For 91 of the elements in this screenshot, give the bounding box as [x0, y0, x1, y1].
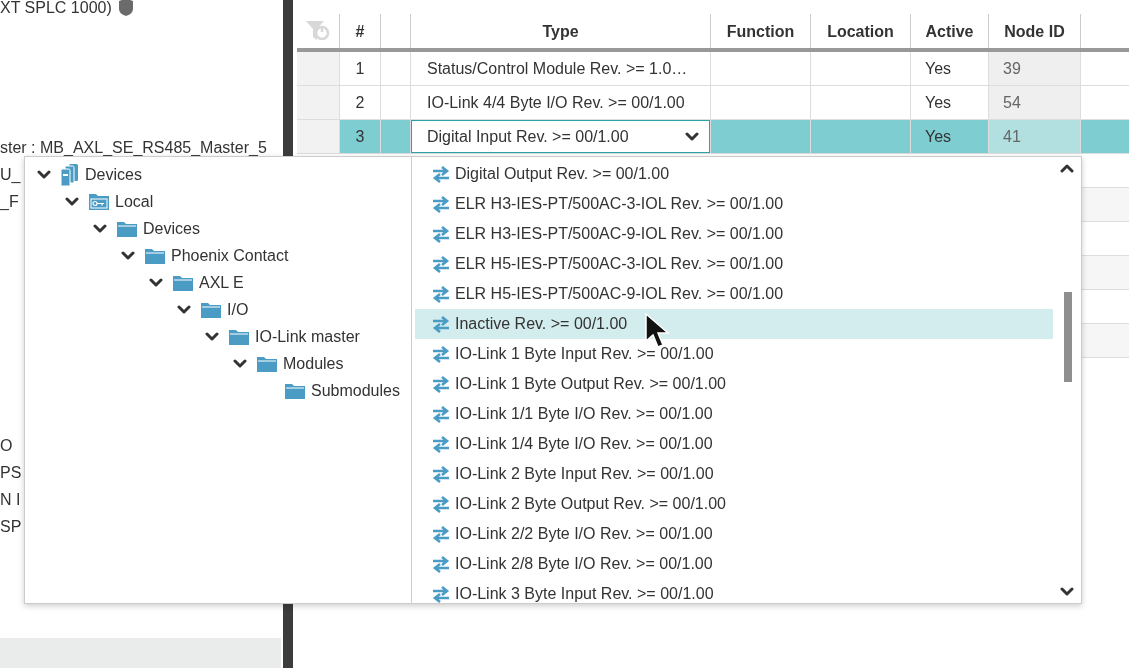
tree-item[interactable]: Phoenix Contact	[171, 243, 289, 268]
swap-icon	[432, 555, 450, 573]
table-cell: 39	[989, 52, 1081, 85]
tree-item[interactable]: Local	[115, 189, 154, 214]
swap-icon	[432, 435, 450, 453]
type-option[interactable]: ELR H5-IES-PT/500AC-9-IOL Rev. >= 00/1.00	[415, 279, 1053, 309]
chevron-down-icon[interactable]	[121, 250, 135, 261]
table-cell: 1	[340, 52, 381, 85]
chevron-down-icon[interactable]	[93, 223, 107, 234]
column-header[interactable]: Location	[827, 20, 894, 44]
type-select[interactable]: Digital Input Rev. >= 00/1.00	[411, 120, 710, 153]
tree-item[interactable]: Devices	[143, 216, 200, 241]
swap-icon	[432, 285, 450, 303]
network-folder-icon	[88, 192, 110, 211]
device-label: N I	[0, 489, 21, 510]
swap-icon	[432, 465, 450, 483]
swap-icon	[432, 255, 450, 273]
chevron-down-icon[interactable]	[177, 304, 191, 315]
swap-icon	[432, 495, 450, 513]
swap-icon	[432, 375, 450, 393]
type-option[interactable]: IO-Link 1 Byte Input Rev. >= 00/1.00	[415, 339, 1053, 369]
swap-icon	[432, 345, 450, 363]
tree-item[interactable]: AXL E	[199, 270, 244, 295]
table-cell-text: Status/Control Module Rev. >= 1.0…	[426, 58, 688, 79]
device-label: ster : MB_AXL_SE_RS485_Master_5	[0, 137, 267, 158]
chevron-icon	[685, 131, 699, 142]
table-row[interactable]: 2 IO-Link 4/4 Byte I/O Rev. >= 00/1.00 Yes 54	[297, 86, 1129, 120]
column-header[interactable]: Type	[542, 20, 579, 44]
type-option[interactable]: IO-Link 1 Byte Output Rev. >= 00/1.00	[415, 369, 1053, 399]
type-option[interactable]: ELR H5-IES-PT/500AC-3-IOL Rev. >= 00/1.00	[415, 249, 1053, 279]
tree-item[interactable]: Devices	[85, 162, 142, 187]
tree-item[interactable]: Submodules	[311, 378, 400, 403]
chevron-down-icon[interactable]	[149, 277, 163, 288]
folder-icon	[256, 354, 278, 373]
devices-icon	[60, 162, 80, 187]
folder-icon	[172, 273, 194, 292]
type-option[interactable]: IO-Link 3 Byte Input Rev. >= 00/1.00	[415, 579, 1053, 603]
type-option[interactable]: IO-Link 1/1 Byte I/O Rev. >= 00/1.00	[415, 399, 1053, 429]
chevron-down-icon[interactable]	[65, 196, 79, 207]
type-option[interactable]: ELR H3-IES-PT/500AC-9-IOL Rev. >= 00/1.00	[415, 219, 1053, 249]
scroll-down-icon[interactable]	[1060, 586, 1074, 597]
swap-icon	[432, 405, 450, 423]
swap-icon	[432, 225, 450, 243]
table-row[interactable]: 3 Digital Input Rev. >= 00/1.00 Yes 41	[297, 120, 1129, 154]
mouse-pointer-icon	[645, 313, 671, 349]
type-option[interactable]: IO-Link 2 Byte Input Rev. >= 00/1.00	[415, 459, 1053, 489]
folder-icon	[116, 219, 138, 238]
scroll-up-icon[interactable]	[1060, 163, 1074, 174]
table-cell: 3	[340, 120, 381, 153]
type-option[interactable]: IO-Link 2/8 Byte I/O Rev. >= 00/1.00	[415, 549, 1053, 579]
scrollbar-thumb[interactable]	[1064, 292, 1072, 382]
device-label: XT SPLC 1000)	[0, 0, 112, 18]
row-handle[interactable]	[297, 120, 340, 153]
chevron-down-icon[interactable]	[37, 169, 51, 180]
swap-icon	[432, 525, 450, 543]
device-label: U_	[0, 164, 21, 185]
chevron-down-icon[interactable]	[233, 358, 247, 369]
row-handle[interactable]	[297, 52, 340, 85]
type-option[interactable]: IO-Link 2 Byte Output Rev. >= 00/1.00	[415, 489, 1053, 519]
shield-icon	[117, 0, 134, 17]
device-label: _F	[0, 191, 19, 212]
table-cell: 2	[340, 86, 381, 119]
table-cell: 41	[989, 120, 1081, 153]
column-header[interactable]: Active	[925, 20, 974, 44]
table-cell: 54	[989, 86, 1081, 119]
column-header[interactable]: #	[355, 20, 365, 44]
column-header[interactable]: Function	[726, 20, 795, 44]
chevron-down-icon[interactable]	[205, 331, 219, 342]
type-option[interactable]: Digital Output Rev. >= 00/1.00	[415, 159, 1053, 189]
folder-icon	[144, 246, 166, 265]
tree-item[interactable]: IO-Link master	[255, 324, 360, 349]
type-option[interactable]: IO-Link 2/2 Byte I/O Rev. >= 00/1.00	[415, 519, 1053, 549]
device-label: PS	[0, 462, 22, 483]
table-row[interactable]: 1 Status/Control Module Rev. >= 1.0… Yes 39	[297, 52, 1129, 86]
swap-icon	[432, 585, 450, 603]
folder-icon	[284, 381, 306, 400]
column-header[interactable]: Node ID	[1004, 20, 1065, 44]
type-option[interactable]: Inactive Rev. >= 00/1.00	[415, 309, 1053, 339]
row-handle[interactable]	[297, 86, 340, 119]
tree-item[interactable]: Modules	[283, 351, 344, 376]
swap-icon	[432, 195, 450, 213]
type-option[interactable]: IO-Link 1/4 Byte I/O Rev. >= 00/1.00	[415, 429, 1053, 459]
type-option[interactable]: ELR H3-IES-PT/500AC-3-IOL Rev. >= 00/1.00	[415, 189, 1053, 219]
table-cell-text: IO-Link 4/4 Byte I/O Rev. >= 00/1.00	[426, 92, 685, 113]
device-label: SP	[0, 516, 22, 537]
swap-icon	[432, 165, 450, 183]
tree-item[interactable]: I/O	[227, 297, 249, 322]
folder-icon	[228, 327, 250, 346]
swap-icon	[432, 315, 450, 333]
folder-icon	[200, 300, 222, 319]
device-label: O	[0, 435, 13, 456]
